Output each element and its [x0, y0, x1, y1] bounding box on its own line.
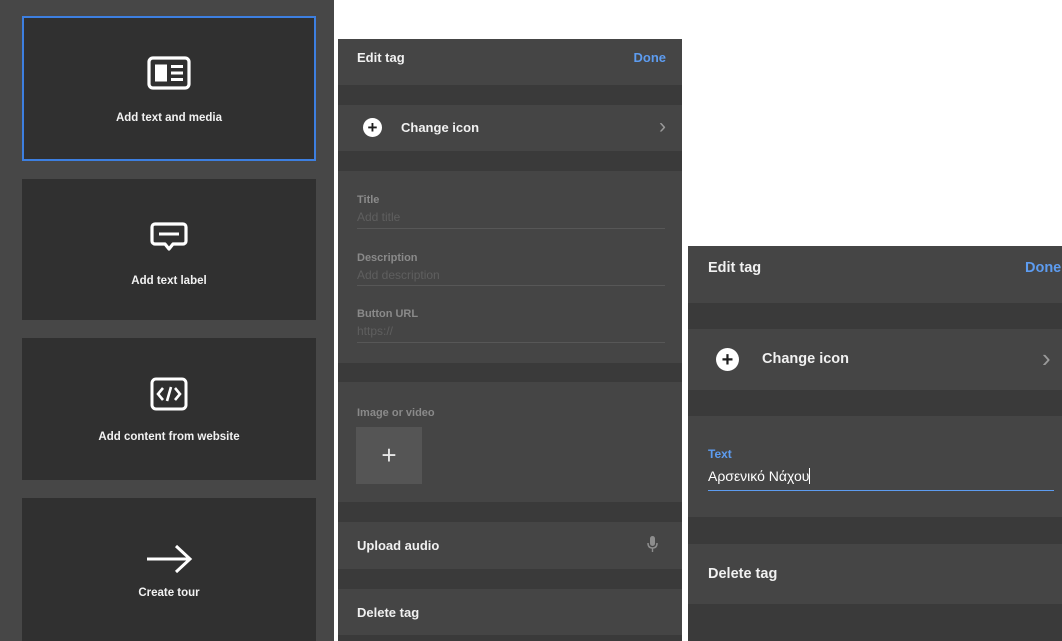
add-text-and-media-label: Add text and media: [115, 112, 223, 124]
text-input[interactable]: Αρσενικό Νάχου: [708, 468, 811, 484]
chevron-right-icon: ›: [659, 115, 666, 138]
divider: [338, 363, 682, 382]
divider: [338, 502, 682, 522]
add-media-button[interactable]: +: [356, 427, 422, 484]
description-input[interactable]: Add description: [357, 268, 440, 282]
title-input[interactable]: Add title: [357, 210, 400, 224]
text-field-section: Text Αρσενικό Νάχου: [688, 416, 1062, 517]
change-icon-label: Change icon: [401, 120, 480, 135]
create-tour-label: Create tour: [138, 587, 200, 599]
add-text-label-card[interactable]: Add text label: [22, 179, 316, 320]
done-button[interactable]: Done: [1025, 260, 1061, 276]
delete-tag-label: Delete tag: [357, 605, 420, 620]
plus-icon: +: [381, 440, 397, 470]
description-underline: [357, 285, 665, 286]
add-text-and-media-card[interactable]: Add text and media: [22, 16, 316, 161]
description-field-label: Description: [357, 252, 418, 264]
edit-tag-panel: Edit tag Done + Change icon › Title Add …: [338, 39, 682, 641]
text-label-icon: [22, 221, 316, 253]
text-cursor: [809, 468, 811, 484]
divider: [338, 151, 682, 171]
edit-tag-header: Edit tag Done: [338, 39, 682, 85]
chevron-right-icon: ›: [1042, 343, 1051, 373]
add-circle-icon: +: [716, 348, 739, 371]
delete-tag-label: Delete tag: [708, 566, 778, 582]
button-url-field-label: Button URL: [357, 308, 419, 320]
button-url-input[interactable]: https://: [357, 324, 393, 338]
change-icon-label: Change icon: [762, 351, 850, 367]
upload-audio-label: Upload audio: [357, 538, 440, 553]
text-field-label: Text: [708, 447, 732, 461]
microphone-icon: [647, 536, 658, 558]
change-icon-row[interactable]: + Change icon ›: [688, 329, 1062, 390]
arrow-right-icon: [22, 543, 316, 575]
tag-type-panel: Add text and media Add text label Add co…: [0, 0, 334, 641]
add-circle-icon: +: [363, 118, 382, 137]
divider: [338, 85, 682, 105]
add-content-from-website-card[interactable]: Add content from website: [22, 338, 316, 480]
add-text-label-label: Add text label: [131, 275, 207, 287]
edit-tag-title: Edit tag: [708, 260, 762, 276]
delete-tag-row[interactable]: Delete tag: [688, 544, 1062, 604]
text-media-icon: [24, 56, 314, 90]
change-icon-row[interactable]: + Change icon ›: [338, 105, 682, 151]
divider: [338, 635, 682, 641]
code-icon: [22, 377, 316, 411]
done-button[interactable]: Done: [634, 50, 667, 65]
button-url-underline: [357, 342, 665, 343]
add-content-from-website-label: Add content from website: [98, 431, 240, 443]
edit-text-label-panel: Edit tag Done + Change icon › Text Αρσεν…: [688, 246, 1062, 641]
divider: [688, 303, 1062, 329]
title-field-label: Title: [357, 194, 380, 206]
divider: [688, 604, 1062, 641]
delete-tag-row[interactable]: Delete tag: [338, 589, 682, 635]
divider: [688, 390, 1062, 416]
tag-fields-section: Title Add title Description Add descript…: [338, 171, 682, 363]
text-input-value: Αρσενικό Νάχου: [708, 468, 810, 484]
upload-audio-row[interactable]: Upload audio: [338, 522, 682, 569]
edit-tag-header: Edit tag Done: [688, 246, 1062, 303]
image-or-video-section: Image or video +: [338, 382, 682, 502]
divider: [338, 569, 682, 589]
divider: [688, 517, 1062, 544]
title-underline: [357, 228, 665, 229]
edit-tag-title: Edit tag: [357, 50, 405, 65]
image-or-video-label: Image or video: [357, 407, 435, 419]
text-input-underline: [708, 490, 1054, 491]
create-tour-card[interactable]: Create tour: [22, 498, 316, 641]
